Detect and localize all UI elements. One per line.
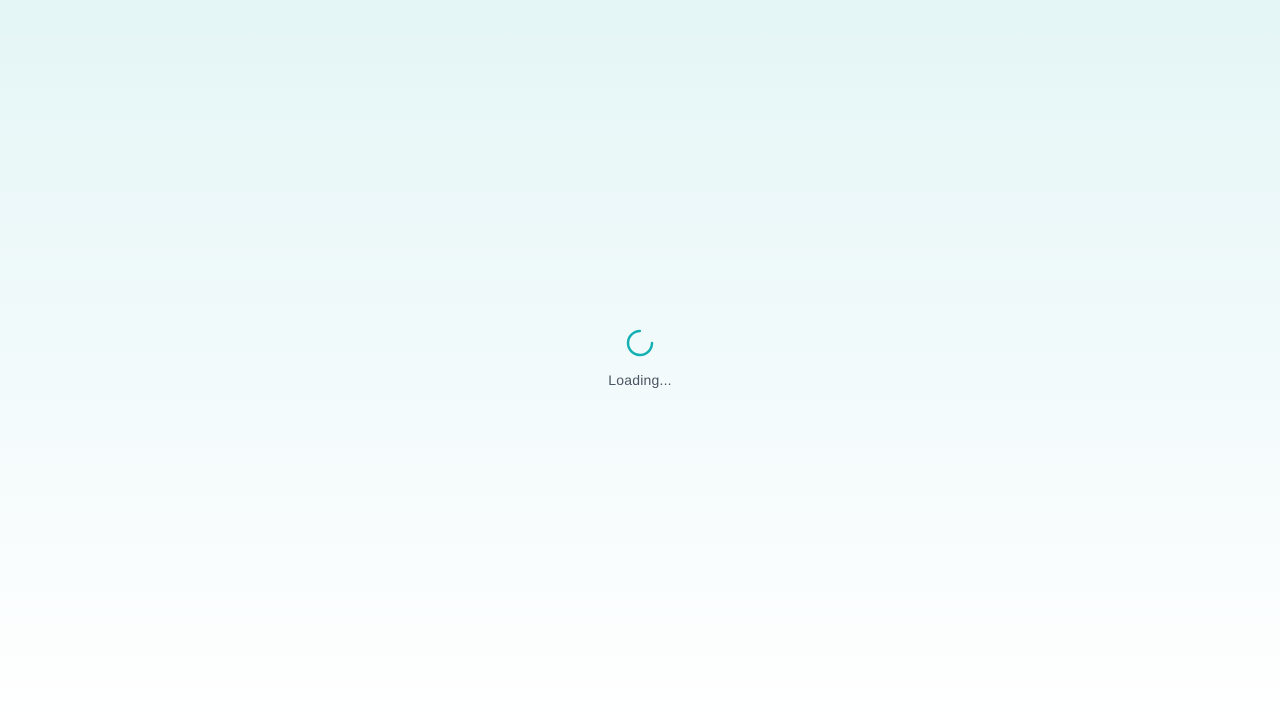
loading-screen: Loading... — [0, 0, 1280, 720]
loading-text: Loading... — [608, 372, 672, 388]
spinner-icon — [626, 329, 654, 357]
